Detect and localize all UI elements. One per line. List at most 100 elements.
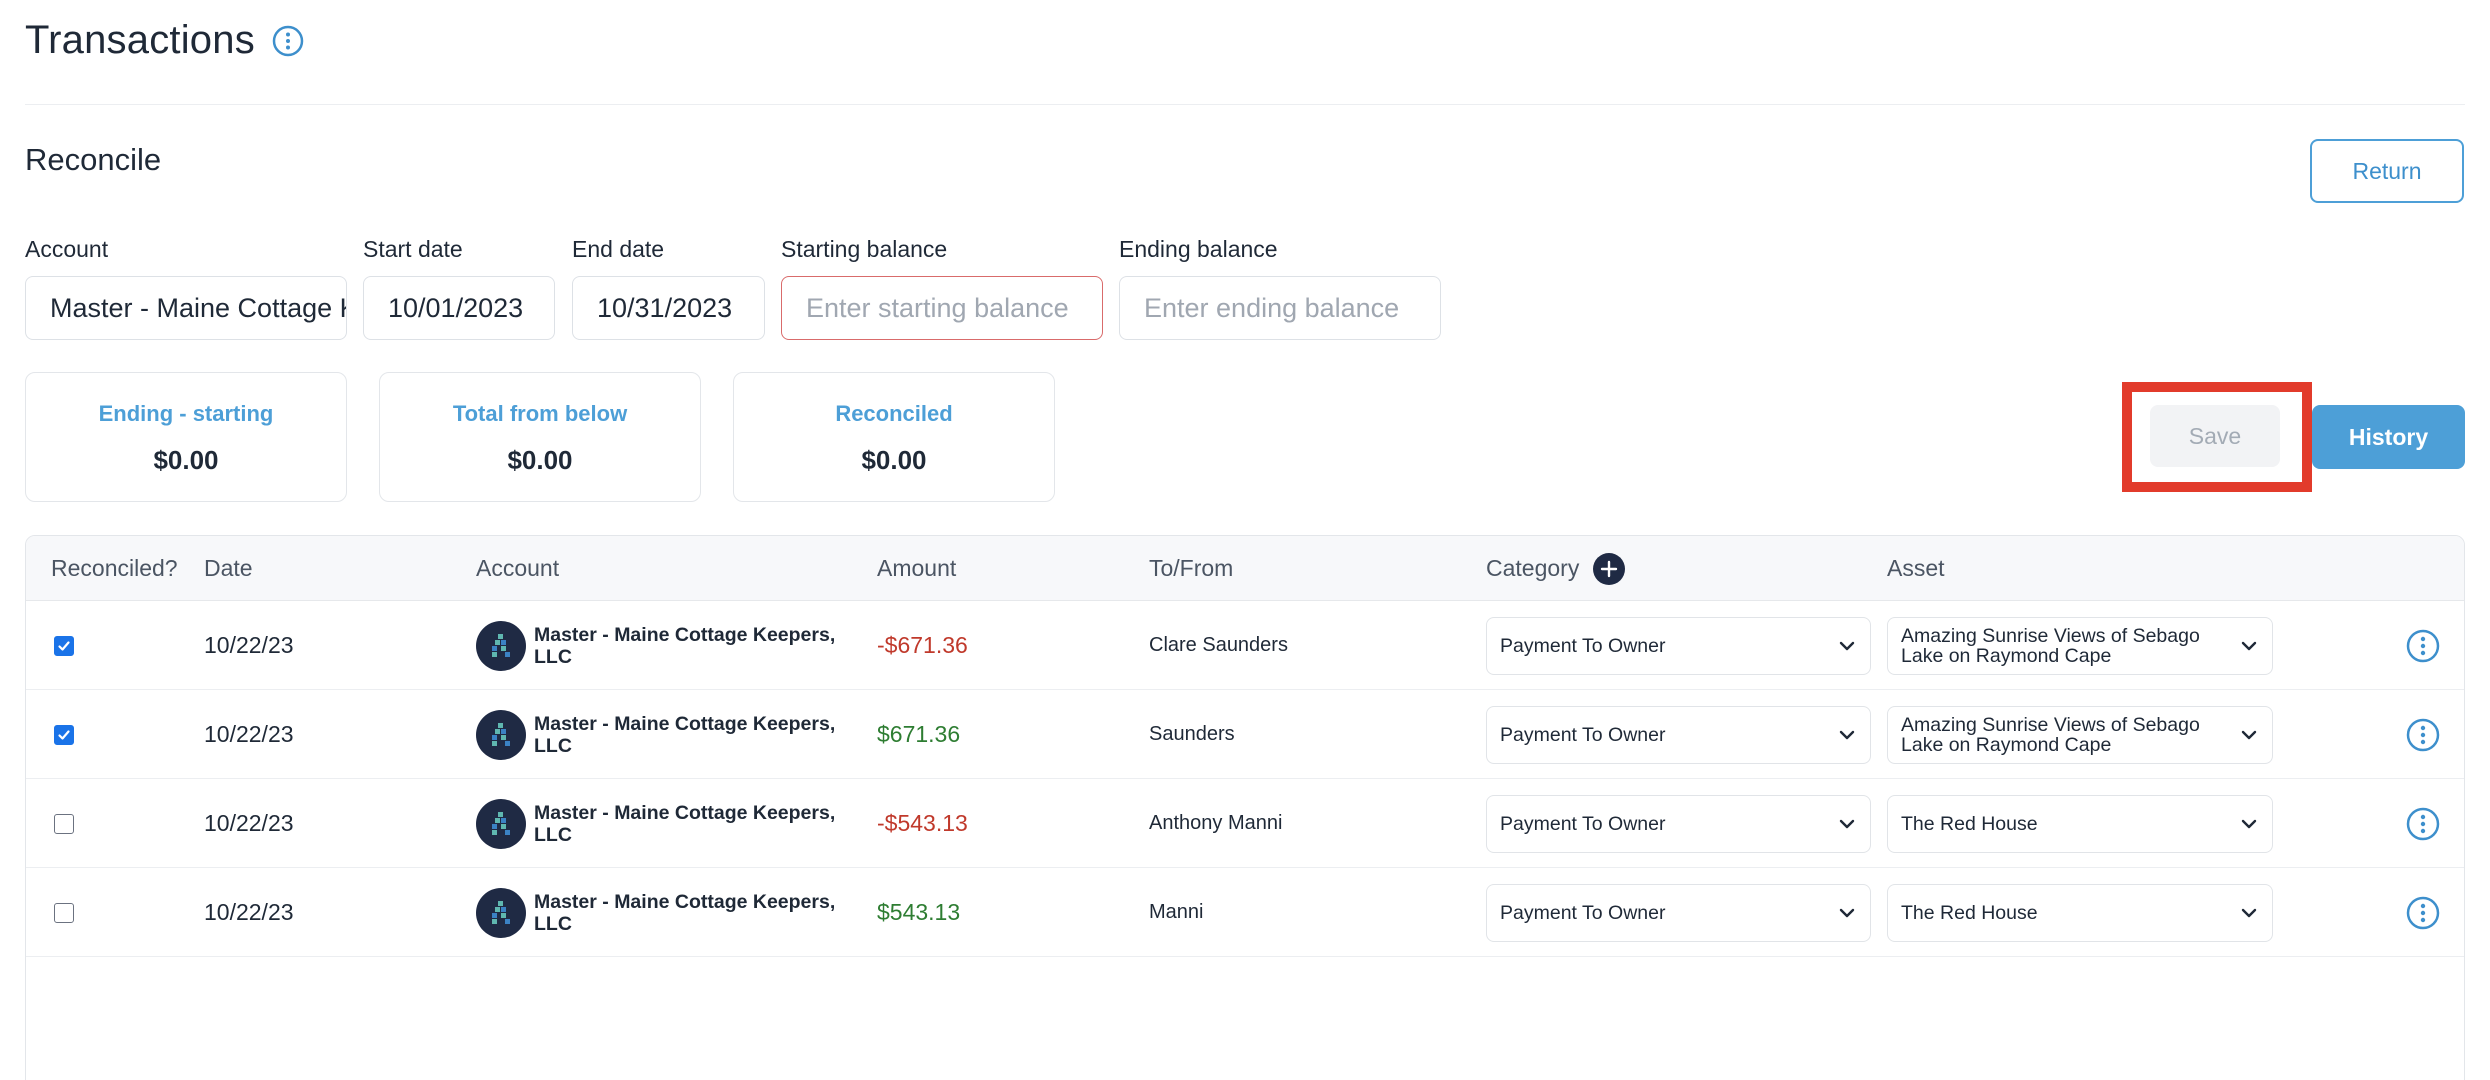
reconciled-checkbox[interactable] [54, 724, 74, 745]
stat-value: $0.00 [507, 445, 573, 475]
kebab-menu-icon[interactable] [2405, 717, 2441, 753]
kebab-menu-icon[interactable] [2405, 628, 2441, 664]
chevron-down-icon [2238, 635, 2260, 657]
amount-cell: -$671.36 [877, 601, 968, 690]
ending-balance-label: Ending balance [1119, 236, 1278, 262]
company-logo-icon [476, 709, 526, 760]
header-reconciled: Reconciled? [51, 555, 178, 581]
row-account: Master - Maine Cottage Keepers, LLC [534, 712, 836, 757]
table-row: 10/22/23 Master - Maine Cottage Keepers,… [26, 601, 2464, 690]
category-cell: Payment To Owner [1486, 690, 1871, 779]
history-button[interactable]: History [2312, 405, 2465, 469]
account-select[interactable]: Master - Maine Cottage Keepers, LLC [25, 276, 347, 340]
table-row: 10/22/23 Master - Maine Cottage Keepers,… [26, 868, 2464, 957]
category-value: Payment To Owner [1500, 812, 1666, 835]
asset-cell: Amazing Sunrise Views of Sebago Lake on … [1887, 601, 2273, 690]
kebab-menu-icon[interactable] [2405, 806, 2441, 842]
date-cell: 10/22/23 [204, 868, 294, 957]
chevron-down-icon [1836, 724, 1858, 746]
category-select[interactable]: Payment To Owner [1486, 705, 1871, 764]
table-header: Reconciled? Date Account Amount To/From … [26, 536, 2464, 601]
category-cell: Payment To Owner [1486, 601, 1871, 690]
stat-label: Reconciled [835, 401, 953, 426]
row-date: 10/22/23 [204, 810, 294, 836]
start-date-label: Start date [363, 236, 463, 262]
asset-value: The Red House [1901, 901, 2038, 924]
category-select[interactable]: Payment To Owner [1486, 883, 1871, 942]
page-title: Transactions [25, 18, 255, 62]
stat-value: $0.00 [153, 445, 219, 475]
asset-select[interactable]: The Red House [1887, 883, 2273, 942]
date-cell: 10/22/23 [204, 779, 294, 868]
row-date: 10/22/23 [204, 899, 294, 925]
header-category: Category [1486, 536, 1626, 601]
asset-cell: The Red House [1887, 779, 2273, 868]
row-account: Master - Maine Cottage Keepers, LLC [534, 801, 836, 846]
row-amount: $671.36 [877, 721, 961, 747]
reconciled-checkbox[interactable] [54, 902, 74, 923]
row-amount: -$671.36 [877, 632, 968, 658]
account-cell: Master - Maine Cottage Keepers, LLC [476, 690, 854, 779]
amount-cell: $671.36 [877, 690, 960, 779]
reconciled-cell [54, 690, 74, 779]
asset-select[interactable]: Amazing Sunrise Views of Sebago Lake on … [1887, 705, 2273, 764]
asset-cell: Amazing Sunrise Views of Sebago Lake on … [1887, 690, 2273, 779]
account-cell: Master - Maine Cottage Keepers, LLC [476, 868, 854, 957]
row-account: Master - Maine Cottage Keepers, LLC [534, 890, 836, 935]
chevron-down-icon [2238, 902, 2260, 924]
plus-circle-icon[interactable] [1593, 552, 1626, 585]
header-divider [25, 104, 2465, 105]
stat-card-ending-starting: Ending - starting $0.00 [25, 372, 347, 502]
header-account: Account [476, 555, 560, 581]
end-date-field[interactable]: 10/31/2023 [572, 276, 765, 340]
stat-card-total-from-below: Total from below $0.00 [379, 372, 701, 502]
category-select[interactable]: Payment To Owner [1486, 794, 1871, 853]
chevron-down-icon [1836, 635, 1858, 657]
kebab-menu-icon[interactable] [2405, 895, 2441, 931]
end-date-label: End date [572, 236, 665, 262]
date-cell: 10/22/23 [204, 690, 294, 779]
row-tofrom: Saunders [1149, 723, 1235, 745]
date-cell: 10/22/23 [204, 601, 294, 690]
category-cell: Payment To Owner [1486, 779, 1871, 868]
stat-card-reconciled: Reconciled $0.00 [733, 372, 1055, 502]
stat-label: Total from below [452, 401, 628, 426]
stat-value: $0.00 [861, 445, 927, 475]
header-asset: Asset [1887, 555, 1945, 581]
amount-cell: -$543.13 [877, 779, 968, 868]
starting-balance-input[interactable] [781, 276, 1103, 340]
row-amount: $543.13 [877, 899, 961, 925]
save-button[interactable]: Save [2150, 405, 2280, 467]
row-account: Master - Maine Cottage Keepers, LLC [534, 623, 836, 668]
asset-cell: The Red House [1887, 868, 2273, 957]
chevron-down-icon [1836, 813, 1858, 835]
row-amount: -$543.13 [877, 810, 968, 836]
reconciled-checkbox[interactable] [54, 635, 74, 656]
row-date: 10/22/23 [204, 721, 294, 747]
ending-balance-input[interactable] [1119, 276, 1441, 340]
section-title: Reconcile [25, 142, 162, 177]
tofrom-cell: Saunders [1149, 690, 1235, 779]
category-select[interactable]: Payment To Owner [1486, 616, 1871, 675]
start-date-field[interactable]: 10/01/2023 [363, 276, 555, 340]
reconciled-checkbox[interactable] [54, 813, 74, 834]
info-icon[interactable] [271, 24, 305, 58]
starting-balance-label: Starting balance [781, 236, 948, 262]
tofrom-cell: Anthony Manni [1149, 779, 1282, 868]
company-logo-icon [476, 798, 526, 849]
header-category-label: Category [1486, 555, 1580, 581]
asset-value: The Red House [1901, 812, 2038, 835]
row-tofrom: Manni [1149, 901, 1204, 923]
reconciled-cell [54, 779, 74, 868]
asset-select[interactable]: The Red House [1887, 794, 2273, 853]
category-cell: Payment To Owner [1486, 868, 1871, 957]
category-value: Payment To Owner [1500, 901, 1666, 924]
reconciled-cell [54, 601, 74, 690]
asset-value: Amazing Sunrise Views of Sebago Lake on … [1901, 713, 2200, 756]
row-menu-cell [2405, 779, 2441, 868]
company-logo-icon [476, 620, 526, 671]
asset-select[interactable]: Amazing Sunrise Views of Sebago Lake on … [1887, 616, 2273, 675]
tofrom-cell: Clare Saunders [1149, 601, 1288, 690]
row-date: 10/22/23 [204, 632, 294, 658]
return-button[interactable]: Return [2310, 139, 2464, 203]
